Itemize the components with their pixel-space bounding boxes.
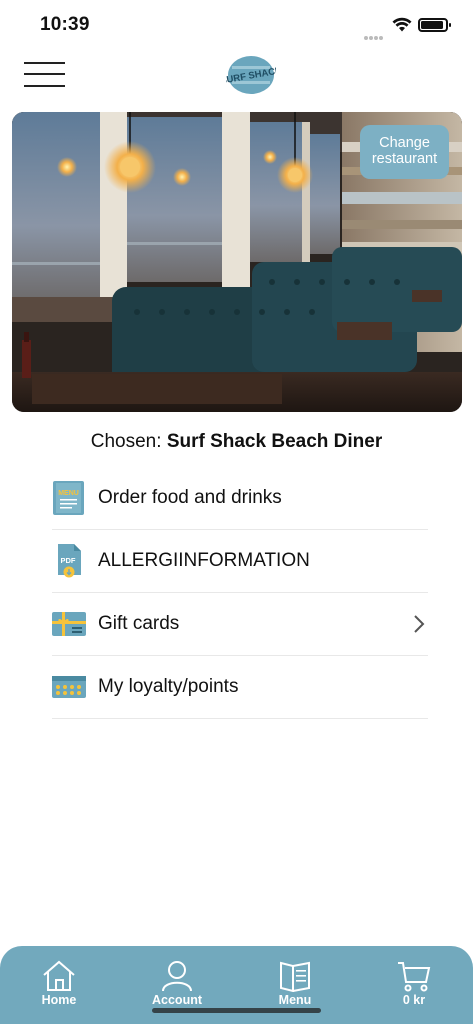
order-food-item[interactable]: MENU Order food and drinks — [52, 467, 428, 530]
change-label-line1: Change — [379, 135, 430, 151]
svg-text:MENU: MENU — [58, 490, 79, 497]
change-label-line2: restaurant — [371, 151, 438, 167]
tab-menu-label: Menu — [278, 993, 312, 1007]
cart-icon — [398, 962, 431, 992]
tab-account-label: Account — [152, 993, 202, 1007]
gift-card-icon — [52, 612, 86, 636]
tab-menu[interactable]: Menu — [255, 960, 335, 1007]
tab-home[interactable]: Home — [19, 960, 99, 1007]
allergy-info-item[interactable]: PDF ALLERGIINFORMATION — [52, 530, 428, 593]
chevron-right-icon — [414, 615, 425, 633]
gift-cards-item[interactable]: Gift cards — [52, 593, 428, 656]
menu-book-icon — [280, 961, 310, 992]
signal-dots-icon — [364, 27, 386, 40]
loyalty-card-icon — [52, 676, 86, 698]
battery-icon — [418, 18, 451, 32]
home-icon — [43, 960, 75, 991]
wifi-icon — [392, 17, 412, 32]
surf-shack-logo: SURF SHACK — [226, 56, 276, 94]
loyalty-points-label: My loyalty/points — [98, 676, 239, 697]
chosen-prefix: Chosen: — [90, 431, 162, 452]
pdf-download-icon: PDF — [58, 544, 81, 578]
options-list: MENU Order food and drinks PDF ALLERGIIN… — [52, 467, 428, 719]
tab-home-label: Home — [41, 993, 77, 1007]
tab-cart-label: 0 kr — [402, 993, 426, 1007]
tab-cart[interactable]: 0 kr — [374, 960, 454, 1007]
hamburger-menu-button[interactable] — [24, 62, 65, 88]
home-indicator — [152, 1008, 321, 1013]
gift-cards-label: Gift cards — [98, 613, 180, 634]
svg-text:PDF: PDF — [61, 556, 76, 565]
chosen-restaurant: Chosen: Surf Shack Beach Diner — [0, 431, 473, 453]
allergy-info-label: ALLERGIINFORMATION — [98, 550, 310, 571]
change-restaurant-button[interactable]: Change restaurant — [360, 125, 449, 179]
person-icon — [162, 961, 192, 992]
menu-book-icon: MENU — [53, 481, 84, 515]
status-bar: 10:39 — [0, 0, 473, 50]
order-food-label: Order food and drinks — [98, 487, 282, 508]
status-time: 10:39 — [40, 14, 90, 35]
chosen-restaurant-name: Surf Shack Beach Diner — [166, 431, 383, 452]
tab-account[interactable]: Account — [137, 960, 217, 1007]
loyalty-points-item[interactable]: My loyalty/points — [52, 656, 428, 719]
